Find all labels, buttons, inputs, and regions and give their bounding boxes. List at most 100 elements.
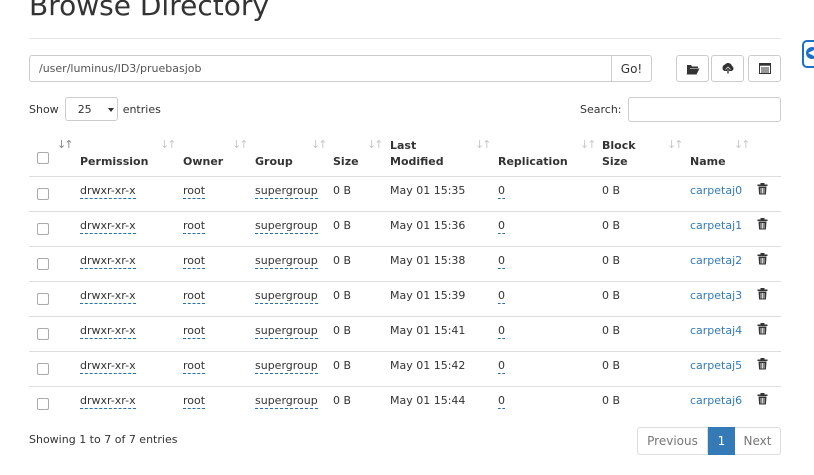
group-cell[interactable]: supergroup (255, 394, 318, 409)
row-checkbox[interactable] (37, 293, 49, 305)
column-block-size-line2[interactable]: Size (602, 154, 628, 170)
trash-icon[interactable] (757, 288, 768, 303)
owner-cell[interactable]: root (183, 359, 206, 374)
page-1-button[interactable]: 1 (708, 427, 735, 455)
next-page-button[interactable]: Next (735, 427, 781, 455)
row-checkbox[interactable] (37, 328, 49, 340)
chevron-down-icon (107, 108, 114, 112)
column-size[interactable]: Size (333, 154, 359, 170)
previous-page-button[interactable]: Previous (637, 427, 708, 455)
modified-cell: May 01 15:44 (390, 394, 466, 407)
replication-cell[interactable]: 0 (498, 394, 505, 409)
column-owner[interactable]: Owner (183, 154, 223, 170)
select-all-checkbox[interactable] (37, 152, 49, 164)
permission-cell[interactable]: drwxr-xr-x (80, 219, 136, 234)
sort-icon[interactable]: ↓↑ (667, 138, 684, 151)
table-row: drwxr-xr-x root supergroup 0 B May 01 15:42 0… (29, 351, 781, 387)
name-link[interactable]: carpetaj0 (690, 184, 742, 198)
row-checkbox[interactable] (37, 223, 49, 235)
group-cell[interactable]: supergroup (255, 219, 318, 234)
sort-icon[interactable]: ↓↑ (367, 138, 384, 151)
replication-cell[interactable]: 0 (498, 254, 505, 269)
permission-cell[interactable]: drwxr-xr-x (80, 324, 136, 339)
replication-cell[interactable]: 0 (498, 289, 505, 304)
owner-cell[interactable]: root (183, 289, 206, 304)
replication-cell[interactable]: 0 (498, 324, 505, 339)
row-checkbox[interactable] (37, 398, 49, 410)
replication-cell[interactable]: 0 (498, 359, 505, 374)
permission-cell[interactable]: drwxr-xr-x (80, 184, 136, 199)
trash-icon[interactable] (757, 253, 768, 268)
owner-cell[interactable]: root (183, 324, 206, 339)
replication-cell[interactable]: 0 (498, 184, 505, 199)
sort-icon[interactable]: ↓↑ (311, 138, 328, 151)
directory-path-input[interactable] (29, 55, 612, 82)
sort-icon[interactable]: ↓↑ (232, 138, 249, 151)
table-info: Showing 1 to 7 of 7 entries (29, 433, 178, 446)
column-replication[interactable]: Replication (498, 154, 568, 170)
search-label: Search: (580, 103, 622, 116)
table-icon (758, 63, 771, 74)
permission-cell[interactable]: drwxr-xr-x (80, 394, 136, 409)
modified-cell: May 01 15:36 (390, 219, 466, 232)
sort-icon[interactable]: ↓↑ (734, 138, 751, 151)
column-name[interactable]: Name (690, 154, 726, 170)
size-cell: 0 B (333, 184, 352, 197)
name-link[interactable]: carpetaj4 (690, 324, 742, 338)
trash-icon[interactable] (757, 323, 768, 338)
page-size-select[interactable]: 25 (64, 97, 118, 121)
trash-icon[interactable] (757, 358, 768, 373)
side-panel-tab[interactable] (802, 40, 814, 68)
column-last-modified-line1[interactable]: Last (390, 138, 416, 154)
sort-icon[interactable]: ↓↑ (160, 138, 177, 151)
permission-cell[interactable]: drwxr-xr-x (80, 359, 136, 374)
modified-cell: May 01 15:39 (390, 289, 466, 302)
trash-icon[interactable] (757, 218, 768, 233)
group-cell[interactable]: supergroup (255, 289, 318, 304)
create-directory-button[interactable] (676, 55, 709, 82)
group-cell[interactable]: supergroup (255, 324, 318, 339)
modified-cell: May 01 15:42 (390, 359, 466, 372)
name-link[interactable]: carpetaj5 (690, 359, 742, 373)
modified-cell: May 01 15:41 (390, 324, 466, 337)
path-bar: Go! (29, 55, 652, 82)
column-group[interactable]: Group (255, 154, 293, 170)
permission-cell[interactable]: drwxr-xr-x (80, 289, 136, 304)
search-input[interactable] (628, 97, 781, 122)
size-cell: 0 B (333, 359, 352, 372)
owner-cell[interactable]: root (183, 219, 206, 234)
replication-cell[interactable]: 0 (498, 219, 505, 234)
block-size-cell: 0 B (602, 359, 621, 372)
group-cell[interactable]: supergroup (255, 359, 318, 374)
size-cell: 0 B (333, 324, 352, 337)
row-checkbox[interactable] (37, 188, 49, 200)
upload-button[interactable] (711, 55, 744, 82)
trash-icon[interactable] (757, 183, 768, 198)
go-button[interactable]: Go! (612, 55, 652, 82)
column-block-size-line1[interactable]: Block (602, 138, 636, 154)
modified-cell: May 01 15:35 (390, 184, 466, 197)
owner-cell[interactable]: root (183, 184, 206, 199)
group-cell[interactable]: supergroup (255, 254, 318, 269)
sort-icon[interactable]: ↓↑ (580, 138, 597, 151)
permission-cell[interactable]: drwxr-xr-x (80, 254, 136, 269)
block-size-cell: 0 B (602, 219, 621, 232)
row-checkbox[interactable] (37, 258, 49, 270)
name-link[interactable]: carpetaj1 (690, 219, 742, 233)
row-checkbox[interactable] (37, 363, 49, 375)
table-row: drwxr-xr-x root supergroup 0 B May 01 15:39 0… (29, 281, 781, 317)
owner-cell[interactable]: root (183, 394, 206, 409)
cut-paste-button[interactable] (748, 55, 781, 82)
group-cell[interactable]: supergroup (255, 184, 318, 199)
name-link[interactable]: carpetaj2 (690, 254, 742, 268)
trash-icon[interactable] (757, 393, 768, 408)
column-permission[interactable]: Permission (80, 154, 148, 170)
column-last-modified-line2[interactable]: Modified (390, 154, 444, 170)
table-row: drwxr-xr-x root supergroup 0 B May 01 15:41 0… (29, 316, 781, 352)
owner-cell[interactable]: root (183, 254, 206, 269)
sort-icon[interactable]: ↓↑ (475, 138, 492, 151)
upload-icon (722, 62, 733, 73)
sort-icon[interactable]: ↓↑ (57, 138, 74, 151)
name-link[interactable]: carpetaj6 (690, 394, 742, 408)
name-link[interactable]: carpetaj3 (690, 289, 742, 303)
